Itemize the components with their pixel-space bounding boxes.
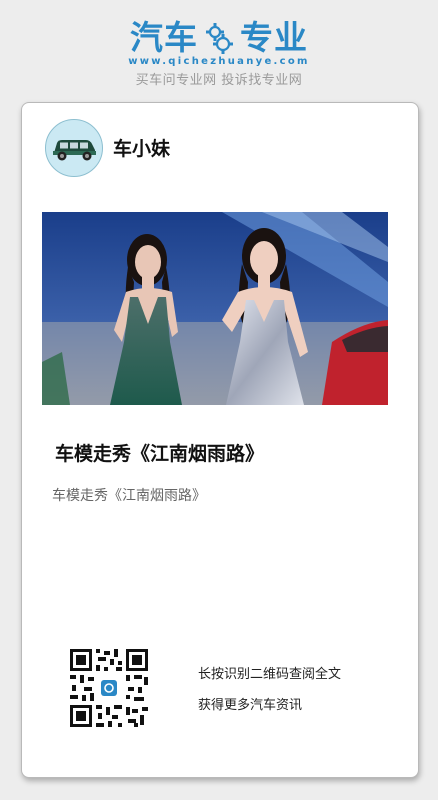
qr-hint-line1: 长按识别二维码查阅全文 <box>198 667 342 682</box>
brand-header: 汽车 专业 www.qichezhuanye.com 买车问专业网 投诉找专业网 <box>0 18 438 88</box>
car-show-models-photo <box>42 212 388 405</box>
brand-slogan: 买车问专业网 投诉找专业网 <box>135 73 303 88</box>
gear-icon <box>206 23 233 54</box>
article-card[interactable]: 车小妹 车模走秀《江南烟雨路》 车模走秀《江南烟雨路》 长按识别二维码查阅全文 … <box>21 102 419 778</box>
article-photo[interactable] <box>42 212 388 405</box>
brand-logo-right: 专业 <box>240 18 308 57</box>
brand-url[interactable]: www.qichezhuanye.com <box>0 56 438 67</box>
author-avatar[interactable] <box>45 119 103 177</box>
qr-code-icon[interactable] <box>68 647 150 729</box>
article-title[interactable]: 车模走秀《江南烟雨路》 <box>55 439 264 466</box>
car-icon <box>53 140 96 161</box>
article-subtitle: 车模走秀《江南烟雨路》 <box>52 488 206 504</box>
brand-logo-left: 汽车 <box>130 18 198 57</box>
qr-hint-line2: 获得更多汽车资讯 <box>198 698 303 713</box>
author-name[interactable]: 车小妹 <box>113 134 170 161</box>
brand-logo: 汽车 专业 <box>0 18 438 58</box>
